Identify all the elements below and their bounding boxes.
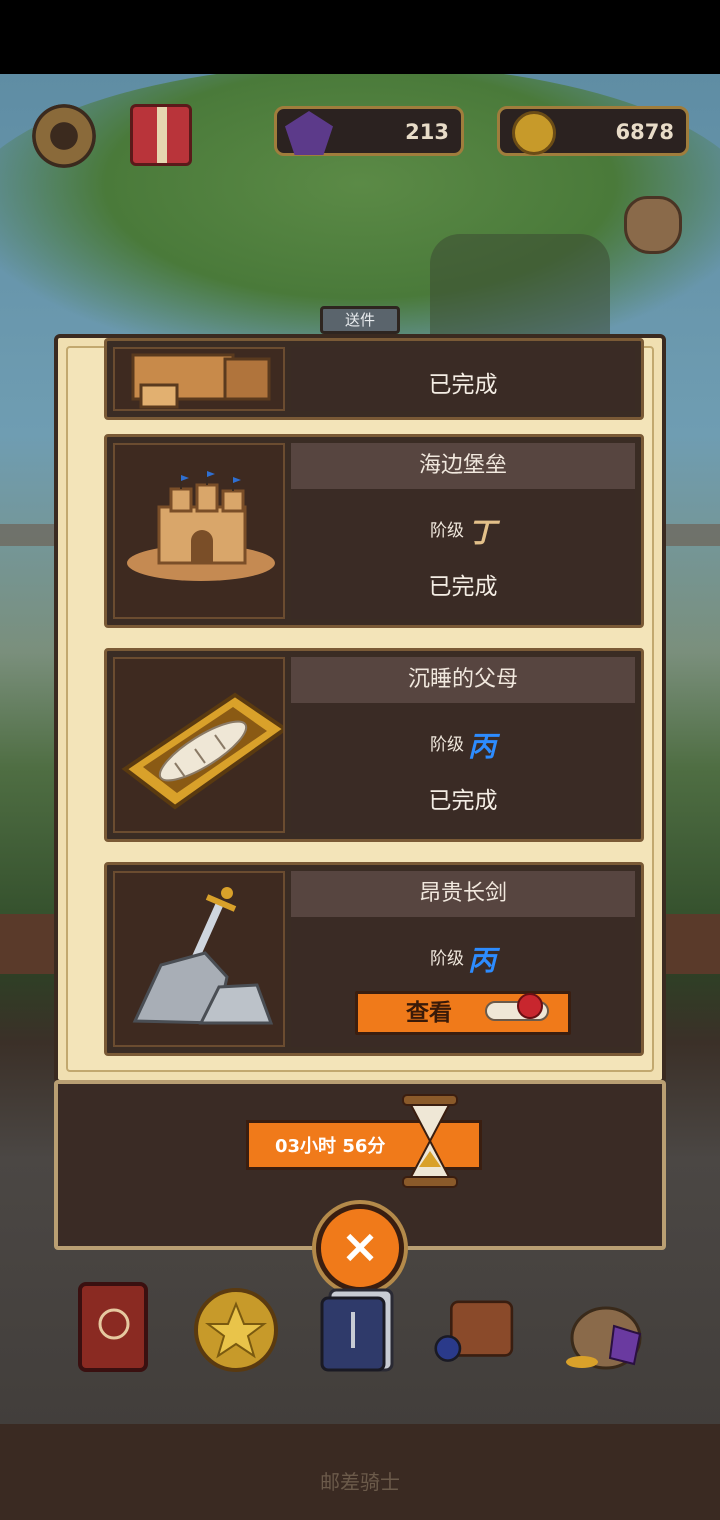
- gift-box-icon[interactable]: [130, 104, 192, 166]
- quest-title: 海边堡垒: [291, 443, 635, 489]
- coffin-icon: [121, 692, 283, 810]
- grade-bing-badge: 丙: [467, 730, 496, 763]
- hut-icon: [131, 353, 271, 409]
- grade-ding-badge: 丁: [467, 516, 496, 549]
- quest-grade: 阶级丙: [291, 725, 635, 765]
- quest-card[interactable]: 已完成: [104, 338, 644, 420]
- quest-panel: 已完成 海边堡垒 阶级 丁 已完成 沉睡的父母 阶级 丙 已完成 昂贵长剑 阶级…: [54, 334, 666, 1084]
- grade-label: 阶级: [429, 949, 464, 969]
- view-button[interactable]: 查看: [355, 991, 571, 1035]
- scroll-seal-icon: [485, 993, 549, 1021]
- quest-body: 已完成: [291, 347, 635, 411]
- app-title: 邮差骑士: [320, 1470, 400, 1494]
- quest-title: 昂贵长剑: [291, 871, 635, 917]
- quest-card[interactable]: 海边堡垒 阶级丁 已完成: [104, 434, 644, 628]
- gem-counter: 213: [274, 106, 464, 156]
- quest-status: 已完成: [428, 788, 498, 814]
- quest-body: 昂贵长剑 阶级丙 查看: [291, 871, 635, 1047]
- quest-thumbnail: [113, 871, 285, 1047]
- coin-count: 6878: [615, 120, 674, 144]
- quest-status: 已完成: [428, 574, 498, 600]
- status-bar: [0, 0, 720, 74]
- quest-grade: 阶级丁: [291, 511, 635, 551]
- quest-list[interactable]: 已完成 海边堡垒 阶级 丁 已完成 沉睡的父母 阶级 丙 已完成 昂贵长剑 阶级…: [66, 338, 654, 1072]
- quest-grade: 阶级丙: [291, 939, 635, 979]
- quest-thumbnail: [113, 443, 285, 619]
- grade-label: 阶级: [429, 521, 464, 541]
- quest-card[interactable]: 沉睡的父母 阶级丙 已完成: [104, 648, 644, 842]
- gem-count: 213: [405, 120, 449, 144]
- coin-counter: 6878: [497, 106, 689, 156]
- hourglass-icon: [402, 1094, 458, 1188]
- timer-bar: 03小时 56分: [246, 1094, 482, 1188]
- card-deck-icon[interactable]: [316, 1278, 406, 1374]
- sandcastle-icon: [127, 471, 275, 581]
- view-button-label: 查看: [406, 1000, 452, 1026]
- quest-card[interactable]: 昂贵长剑 阶级丙 查看: [104, 862, 644, 1056]
- settings-gear-icon[interactable]: [32, 104, 96, 168]
- loot-bag-icon[interactable]: [624, 196, 682, 254]
- quest-status: 已完成: [428, 372, 498, 398]
- coin-icon: [512, 111, 556, 155]
- adventure-bag-icon[interactable]: [434, 1278, 524, 1374]
- grade-bing-badge: 丙: [467, 944, 496, 977]
- treasure-sack-icon[interactable]: [562, 1278, 652, 1374]
- sword-in-stone-icon: [132, 887, 274, 1025]
- quest-title: 沉睡的父母: [291, 657, 635, 703]
- quest-thumbnail: [113, 347, 285, 411]
- gem-icon: [285, 111, 333, 155]
- timer-text: 03小时 56分: [275, 1136, 386, 1157]
- quest-body: 沉睡的父母 阶级丙 已完成: [291, 657, 635, 833]
- quest-thumbnail: [113, 657, 285, 833]
- journal-book-icon[interactable]: [72, 1278, 162, 1374]
- star-coin-icon[interactable]: [192, 1278, 282, 1374]
- tab-delivery: 送件: [320, 306, 400, 334]
- grade-label: 阶级: [429, 735, 464, 755]
- quest-body: 海边堡垒 阶级丁 已完成: [291, 443, 635, 619]
